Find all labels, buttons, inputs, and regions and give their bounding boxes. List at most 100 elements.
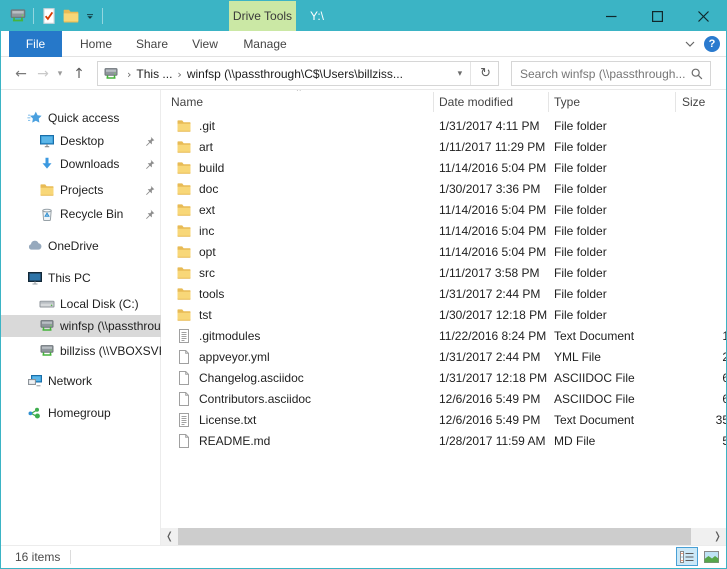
file-row[interactable]: README.md1/28/2017 11:59 AMMD File5 — [161, 431, 726, 452]
contextual-tab-drive-tools[interactable]: Drive Tools — [229, 1, 296, 31]
tab-view[interactable]: View — [183, 31, 227, 57]
file-row[interactable]: art1/11/2017 11:29 PMFile folder — [161, 137, 726, 158]
items-count: 16 items — [15, 550, 60, 564]
file-name: opt — [199, 242, 429, 263]
column-divider[interactable] — [548, 92, 549, 112]
file-date-modified: 1/30/2017 12:18 PM — [439, 305, 547, 326]
file-type: File folder — [554, 305, 672, 326]
file-row[interactable]: appveyor.yml1/31/2017 2:44 PMYML File2 — [161, 347, 726, 368]
back-button[interactable]: ← — [11, 57, 31, 90]
column-header-type[interactable]: Type — [554, 90, 654, 114]
up-button[interactable]: ↑ — [69, 57, 89, 90]
file-row[interactable]: opt11/14/2016 5:04 PMFile folder — [161, 242, 726, 263]
file-row[interactable]: doc1/30/2017 3:36 PMFile folder — [161, 179, 726, 200]
file-row[interactable]: Contributors.asciidoc12/6/2016 5:49 PMAS… — [161, 389, 726, 410]
qat-separator — [102, 8, 103, 24]
file-row[interactable]: tst1/30/2017 12:18 PMFile folder — [161, 305, 726, 326]
status-separator — [70, 550, 71, 564]
file-row[interactable]: ext11/14/2016 5:04 PMFile folder — [161, 200, 726, 221]
column-divider[interactable] — [433, 92, 434, 112]
sidebar-item-label: Projects — [60, 183, 143, 197]
file-row[interactable]: Changelog.asciidoc1/31/2017 12:18 PMASCI… — [161, 368, 726, 389]
column-header-name[interactable]: Name ⌃ — [171, 90, 421, 114]
file-date-modified: 1/31/2017 2:44 PM — [439, 347, 547, 368]
scroll-right-arrow-icon[interactable]: ❭ — [709, 528, 726, 545]
tab-file[interactable]: File — [9, 31, 62, 57]
file-row[interactable]: .gitmodules11/22/2016 8:24 PMText Docume… — [161, 326, 726, 347]
file-name: ext — [199, 200, 429, 221]
minimize-button[interactable] — [588, 1, 634, 31]
tab-manage[interactable]: Manage — [235, 31, 295, 57]
recent-locations-chevron-icon[interactable]: ▾ — [53, 57, 67, 90]
column-divider[interactable] — [675, 92, 676, 112]
network-icon — [27, 373, 43, 389]
file-row[interactable]: src1/11/2017 3:58 PMFile folder — [161, 263, 726, 284]
sidebar-item-onedrive[interactable]: OneDrive — [1, 235, 161, 257]
properties-button[interactable] — [40, 7, 62, 25]
details-view-icon — [680, 551, 694, 563]
properties-icon — [40, 7, 58, 25]
file-date-modified: 1/11/2017 3:58 PM — [439, 263, 547, 284]
sidebar-item-quick-access[interactable]: Quick access — [1, 107, 161, 129]
sidebar-item-winfsp-passthrough[interactable]: winfsp (\\passthrough — [1, 315, 161, 337]
file-date-modified: 1/28/2017 11:59 AM — [439, 431, 547, 452]
address-dropdown-chevron-icon[interactable]: ▾ — [452, 69, 469, 79]
sidebar-item-local-disk-c[interactable]: Local Disk (C:) — [1, 293, 161, 315]
refresh-icon[interactable]: ↻ — [473, 66, 498, 81]
sidebar-item-homegroup[interactable]: Homegroup — [1, 402, 161, 424]
file-type: ASCIIDOC File — [554, 389, 672, 410]
thumbnails-view-button[interactable] — [700, 547, 722, 566]
help-button[interactable]: ? — [704, 36, 720, 52]
maximize-button[interactable] — [634, 1, 680, 31]
ribbon-collapse-chevron-icon[interactable] — [684, 38, 696, 50]
close-button[interactable] — [680, 1, 726, 31]
search-icon[interactable] — [690, 67, 704, 81]
tab-home[interactable]: Home — [71, 31, 121, 57]
sidebar-item-label: This PC — [48, 271, 161, 285]
sidebar-item-label: Desktop — [60, 134, 143, 148]
breadcrumb-segment[interactable]: winfsp (\\passthrough\C$\Users\billziss.… — [187, 67, 403, 81]
qat-separator — [33, 8, 34, 24]
file-type: File folder — [554, 179, 672, 200]
column-header-size[interactable]: Size — [682, 90, 726, 114]
sidebar-item-downloads[interactable]: Downloads — [1, 153, 161, 175]
maximize-icon — [652, 11, 663, 22]
folder-icon — [176, 181, 192, 197]
file-icon — [176, 370, 192, 386]
horizontal-scrollbar[interactable]: ❬ ❭ — [161, 528, 726, 545]
scroll-left-arrow-icon[interactable]: ❬ — [161, 528, 178, 545]
file-row[interactable]: tools1/31/2017 2:44 PMFile folder — [161, 284, 726, 305]
sidebar-item-label: Network — [48, 374, 161, 388]
file-type: MD File — [554, 431, 672, 452]
folder-icon — [176, 160, 192, 176]
sidebar-item-this-pc[interactable]: This PC — [1, 267, 161, 289]
file-row[interactable]: build11/14/2016 5:04 PMFile folder — [161, 158, 726, 179]
sidebar-item-projects[interactable]: Projects — [1, 179, 161, 201]
file-row[interactable]: License.txt12/6/2016 5:49 PMText Documen… — [161, 410, 726, 431]
file-row[interactable]: .git1/31/2017 4:11 PMFile folder — [161, 116, 726, 137]
file-name: License.txt — [199, 410, 429, 431]
sidebar-item-desktop[interactable]: Desktop — [1, 130, 161, 152]
tab-share[interactable]: Share — [127, 31, 177, 57]
breadcrumb-segment[interactable]: This ... — [136, 67, 172, 81]
file-row[interactable]: inc11/14/2016 5:04 PMFile folder — [161, 221, 726, 242]
sidebar-item-recycle-bin[interactable]: Recycle Bin — [1, 203, 161, 225]
forward-button[interactable]: → — [33, 57, 53, 90]
scrollbar-thumb[interactable] — [178, 528, 691, 545]
customize-caret-button[interactable] — [84, 7, 100, 25]
breadcrumb-chevron-icon[interactable]: › — [177, 68, 181, 81]
breadcrumb-chevron-icon[interactable]: › — [127, 68, 131, 81]
new-folder-button[interactable] — [62, 7, 84, 25]
file-type: Text Document — [554, 410, 672, 431]
folder-icon — [176, 118, 192, 134]
sidebar-item-network[interactable]: Network — [1, 370, 161, 392]
address-bar[interactable]: › This ... › winfsp (\\passthrough\C$\Users… — [97, 61, 499, 86]
recycle-bin-icon — [39, 206, 55, 222]
details-view-button[interactable] — [676, 547, 698, 566]
pin-icon — [143, 184, 156, 197]
sidebar-item-label: OneDrive — [48, 239, 161, 253]
search-input[interactable]: Search winfsp (\\passthrough... — [511, 61, 711, 86]
sidebar-item-billziss-vboxsvr[interactable]: billziss (\\VBOXSVR) — [1, 340, 161, 362]
file-icon — [176, 391, 192, 407]
column-header-date-modified[interactable]: Date modified — [439, 90, 539, 114]
